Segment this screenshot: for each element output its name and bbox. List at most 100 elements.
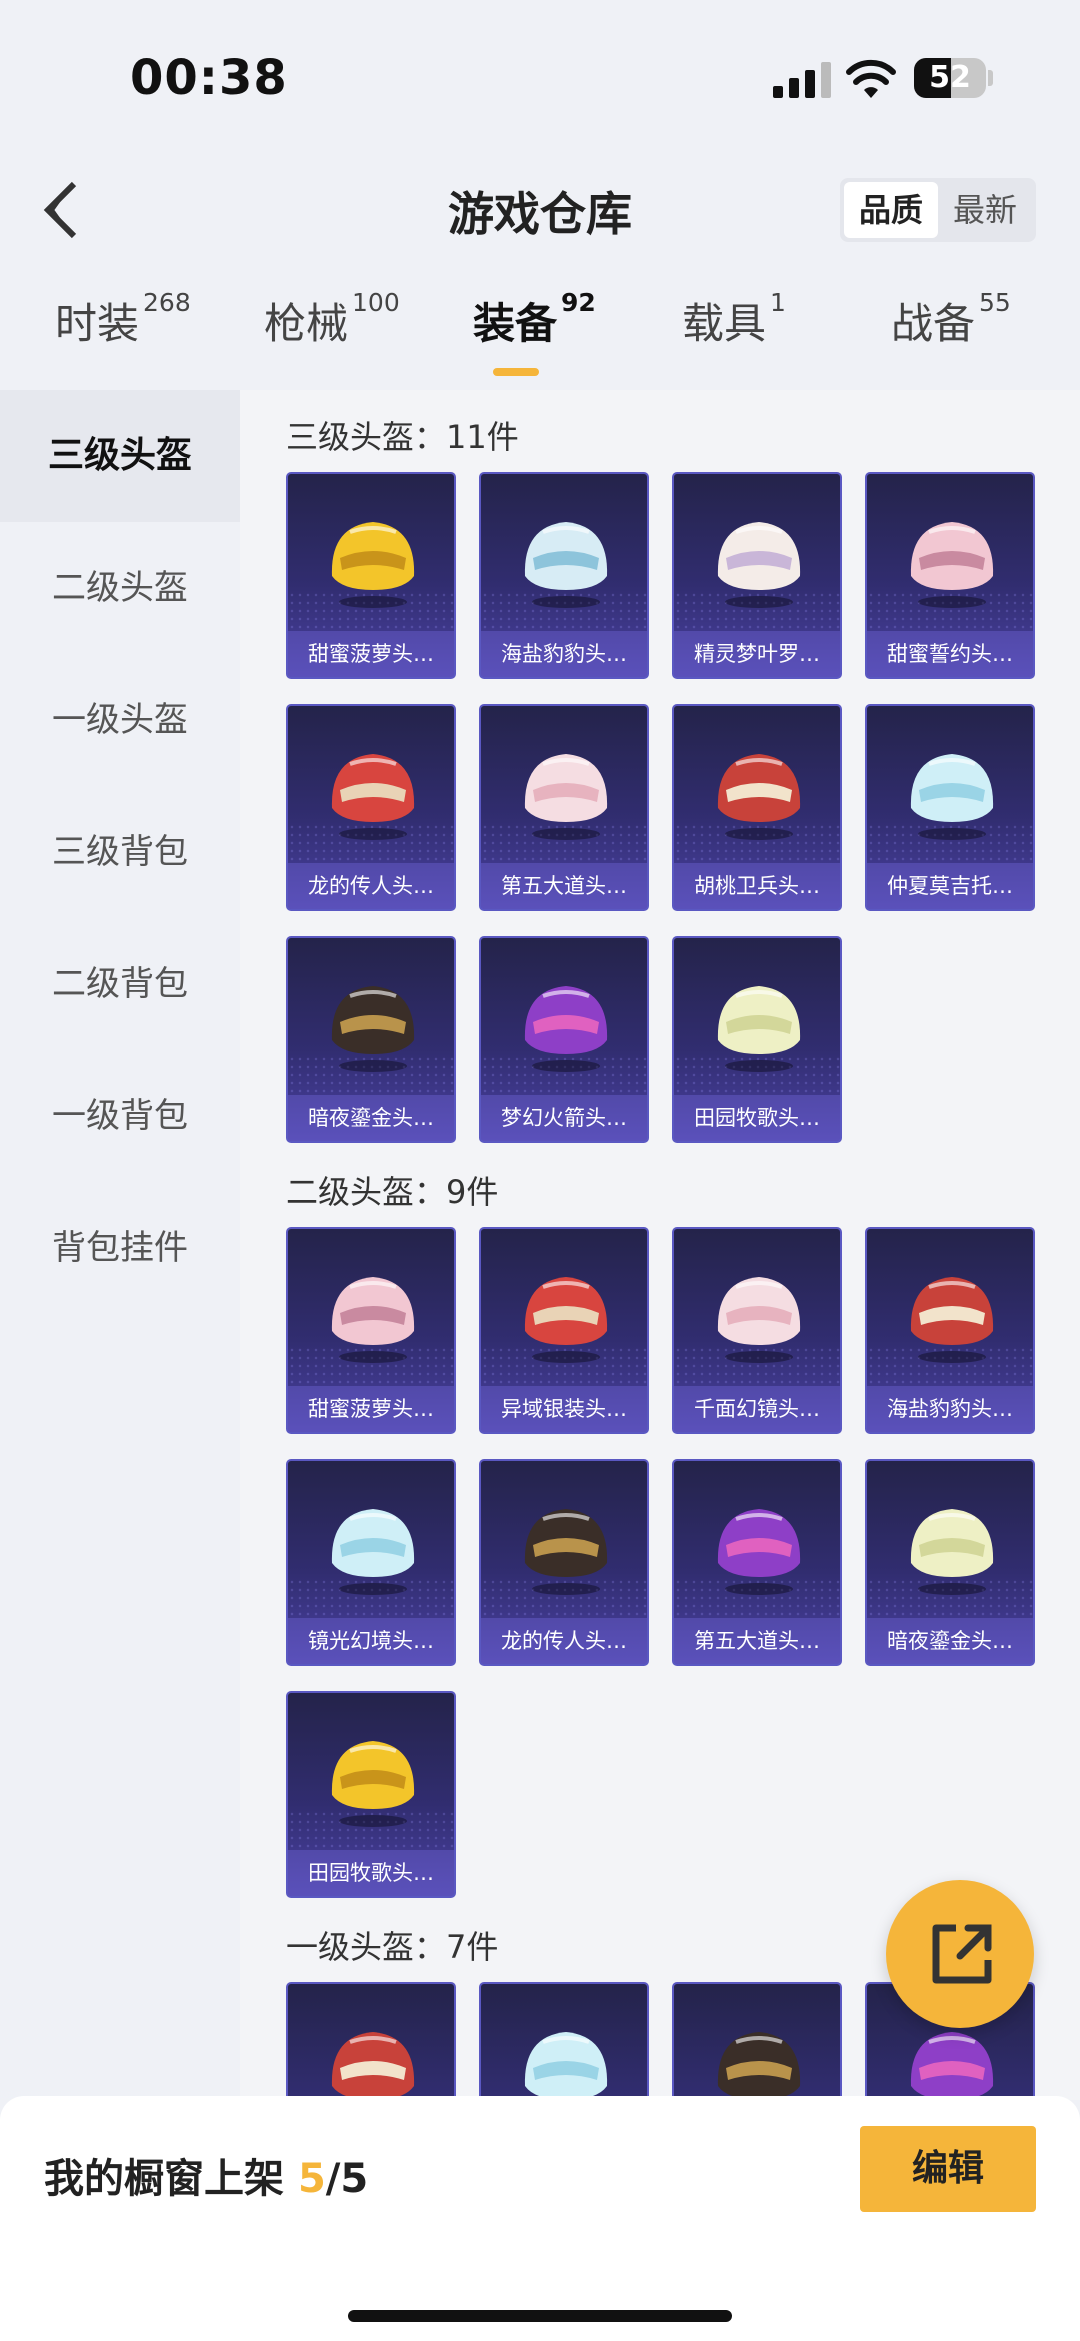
item-card[interactable]: 龙的传人头… (286, 704, 456, 911)
item-grid: 三级头盔：11件 二级头盔：9件 一级头盔：7件 甜蜜菠萝头… 海盐豹豹头… 精灵梦… (240, 390, 1080, 2100)
item-name: 龙的传人头… (288, 863, 454, 909)
battery-icon: 52 (914, 58, 986, 98)
section-title: 一级头盔：7件 (286, 1928, 499, 1966)
item-name: 第五大道头… (674, 1618, 840, 1664)
item-name: 甜蜜誓约头… (867, 631, 1033, 677)
cellular-signal-icon (773, 62, 833, 98)
item-card[interactable]: 梦幻火箭头… (479, 936, 649, 1143)
sort-quality-button[interactable]: 品质 (844, 182, 938, 238)
sidebar-item-lvl2-backpack[interactable]: 二级背包 (0, 918, 240, 1050)
helmet-icon (910, 522, 994, 608)
helmet-icon (331, 2032, 415, 2100)
item-name: 海盐豹豹头… (481, 631, 647, 677)
bottom-bar: 我的橱窗上架 5/5 编辑 (0, 2096, 1080, 2341)
item-card[interactable]: 海盐豹豹头… (479, 472, 649, 679)
item-name: 精灵梦叶罗… (674, 631, 840, 677)
section-title: 三级头盔：11件 (286, 418, 519, 456)
helmet-icon (717, 1509, 801, 1595)
helmet-icon (717, 986, 801, 1072)
item-card[interactable]: 甜蜜誓约头… (865, 472, 1035, 679)
item-card[interactable]: 甜蜜菠萝头… (286, 1227, 456, 1434)
sidebar-item-lvl3-backpack[interactable]: 三级背包 (0, 786, 240, 918)
item-card[interactable]: 镜光幻境头… (286, 1459, 456, 1666)
item-card[interactable]: 千面幻镜头… (672, 1227, 842, 1434)
sidebar-item-lvl1-backpack[interactable]: 一级背包 (0, 1050, 240, 1182)
helmet-icon (910, 1509, 994, 1595)
item-card[interactable]: 暗夜鎏金头… (286, 936, 456, 1143)
item-name: 田园牧歌头… (288, 1850, 454, 1896)
item-name: 梦幻火箭头… (481, 1095, 647, 1141)
home-indicator[interactable] (348, 2310, 732, 2322)
item-card[interactable]: 海盐豹豹头… (865, 1227, 1035, 1434)
item-card[interactable]: 田园牧歌头… (672, 936, 842, 1143)
item-name: 仲夏莫吉托… (867, 863, 1033, 909)
item-name: 甜蜜菠萝头… (288, 631, 454, 677)
helmet-icon (331, 754, 415, 840)
item-card[interactable]: 精灵梦叶罗… (672, 472, 842, 679)
helmet-icon (717, 2032, 801, 2100)
item-card[interactable]: 异域银装头… (479, 1227, 649, 1434)
edit-button[interactable]: 编辑 (860, 2126, 1036, 2212)
item-name: 胡桃卫兵头… (674, 863, 840, 909)
item-card[interactable] (672, 1982, 842, 2100)
tab-guns[interactable]: 枪械 100 (264, 288, 400, 351)
item-name: 第五大道头… (481, 863, 647, 909)
item-name: 异域银装头… (481, 1386, 647, 1432)
category-tabs: 时装 268 枪械 100 装备 92 载具 1 战备 55 (0, 288, 1080, 390)
sidebar: 三级头盔 二级头盔 一级头盔 三级背包 二级背包 一级背包 背包挂件 (0, 390, 240, 2100)
sidebar-item-lvl3-helmet[interactable]: 三级头盔 (0, 390, 240, 522)
tab-fashion[interactable]: 时装 268 (55, 288, 191, 351)
helmet-icon (910, 754, 994, 840)
helmet-icon (331, 1277, 415, 1363)
item-card[interactable]: 龙的传人头… (479, 1459, 649, 1666)
showcase-count: 5 (297, 2156, 326, 2202)
item-name: 田园牧歌头… (674, 1095, 840, 1141)
item-name: 暗夜鎏金头… (867, 1618, 1033, 1664)
helmet-icon (717, 1277, 801, 1363)
item-name: 镜光幻境头… (288, 1618, 454, 1664)
item-card[interactable]: 第五大道头… (479, 704, 649, 911)
helmet-icon (524, 1509, 608, 1595)
item-card[interactable]: 暗夜鎏金头… (865, 1459, 1035, 1666)
showcase-status: 我的橱窗上架 5/5 (44, 2156, 369, 2202)
clock: 00:38 (130, 50, 288, 106)
helmet-icon (524, 754, 608, 840)
helmet-icon (331, 522, 415, 608)
active-tab-indicator (493, 368, 539, 376)
wifi-icon (846, 59, 896, 98)
item-card[interactable]: 田园牧歌头… (286, 1691, 456, 1898)
item-name: 千面幻镜头… (674, 1386, 840, 1432)
item-card[interactable]: 第五大道头… (672, 1459, 842, 1666)
sidebar-item-lvl2-helmet[interactable]: 二级头盔 (0, 522, 240, 654)
item-name: 海盐豹豹头… (867, 1386, 1033, 1432)
helmet-icon (717, 522, 801, 608)
item-name: 甜蜜菠萝头… (288, 1386, 454, 1432)
sort-newest-button[interactable]: 最新 (938, 182, 1032, 238)
helmet-icon (524, 522, 608, 608)
item-name: 龙的传人头… (481, 1618, 647, 1664)
item-name: 暗夜鎏金头… (288, 1095, 454, 1141)
sidebar-item-lvl1-helmet[interactable]: 一级头盔 (0, 654, 240, 786)
battery-level: 52 (929, 60, 971, 95)
item-card[interactable] (286, 1982, 456, 2100)
section-title: 二级头盔：9件 (286, 1173, 499, 1211)
status-bar: 00:38 52 (0, 0, 1080, 140)
tab-vehicles[interactable]: 载具 1 (682, 288, 786, 351)
helmet-icon (331, 986, 415, 1072)
helmet-icon (524, 1277, 608, 1363)
helmet-icon (331, 1509, 415, 1595)
share-export-icon (932, 1924, 992, 1984)
helmet-icon (524, 986, 608, 1072)
sidebar-item-backpack-charm[interactable]: 背包挂件 (0, 1182, 240, 1314)
item-card[interactable] (479, 1982, 649, 2100)
item-card[interactable]: 胡桃卫兵头… (672, 704, 842, 911)
helmet-icon (717, 754, 801, 840)
tab-supplies[interactable]: 战备 55 (891, 288, 1011, 351)
item-card[interactable]: 仲夏莫吉托… (865, 704, 1035, 911)
item-card[interactable]: 甜蜜菠萝头… (286, 472, 456, 679)
helmet-icon (524, 2032, 608, 2100)
helmet-icon (910, 1277, 994, 1363)
share-button[interactable] (886, 1880, 1034, 2028)
sort-toggle: 品质 最新 (840, 178, 1036, 242)
tab-equipment[interactable]: 装备 92 (473, 288, 596, 351)
